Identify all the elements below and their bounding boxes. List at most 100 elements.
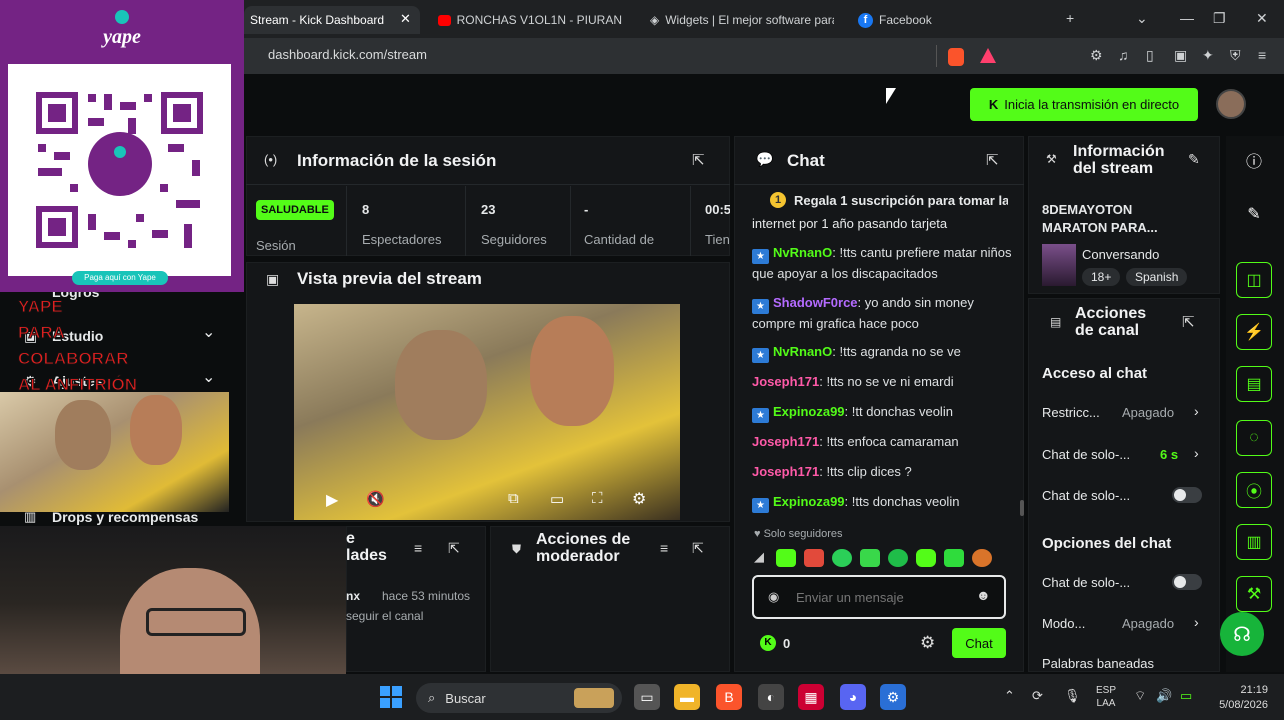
setting-label: Chat de solo-... bbox=[1042, 447, 1131, 462]
setting-toggle[interactable] bbox=[1172, 574, 1202, 590]
emote[interactable] bbox=[944, 549, 964, 567]
settings-icon[interactable]: ⚙ bbox=[632, 489, 646, 509]
music-icon[interactable]: ♫ bbox=[1118, 47, 1129, 63]
chevron-right-icon[interactable]: › bbox=[1194, 614, 1199, 630]
close-icon[interactable]: ✕ bbox=[400, 11, 411, 27]
sidebar-icon[interactable]: ▯ bbox=[1146, 47, 1154, 64]
emote[interactable] bbox=[776, 549, 796, 567]
chat-send-button[interactable]: Chat bbox=[952, 628, 1006, 658]
popout-icon[interactable]: ⇱ bbox=[986, 151, 999, 169]
chat-scrollbar[interactable] bbox=[1020, 500, 1024, 516]
emote[interactable] bbox=[888, 549, 908, 567]
pip-icon[interactable]: ⧉ bbox=[508, 490, 519, 507]
maximize-icon[interactable]: ❐ bbox=[1213, 10, 1226, 27]
mod-title: Acciones de moderador bbox=[536, 531, 631, 565]
wallet-icon[interactable]: ▣ bbox=[1174, 47, 1187, 64]
wrench-icon[interactable]: ⚒ bbox=[1236, 576, 1272, 612]
popout-icon[interactable]: ⇱ bbox=[692, 540, 704, 557]
task-view-icon[interactable]: ▭ bbox=[634, 684, 660, 710]
stream-video[interactable] bbox=[294, 304, 680, 520]
shield-icon[interactable]: ◉ bbox=[768, 589, 779, 605]
setting-value[interactable]: Apagado bbox=[1122, 405, 1174, 420]
tag-chip: Spanish bbox=[1126, 268, 1188, 286]
language-indicator[interactable]: ESP LAA bbox=[1096, 684, 1116, 710]
clock[interactable]: 21:19 5/08/2026 bbox=[1210, 683, 1268, 713]
bolt-icon[interactable]: ⚡ bbox=[1236, 314, 1272, 350]
extensions-icon[interactable]: ⚙ bbox=[1090, 47, 1103, 64]
setting-label: Chat de solo-... bbox=[1042, 575, 1131, 590]
app-icon[interactable]: ▦ bbox=[798, 684, 824, 710]
tab-facebook[interactable]: f Facebook bbox=[852, 6, 972, 34]
theater-icon[interactable]: ▭ bbox=[550, 490, 564, 508]
person-face bbox=[55, 400, 111, 470]
brave-shield-icon[interactable] bbox=[948, 48, 964, 66]
settings-app-icon[interactable]: ⚙ bbox=[880, 684, 906, 710]
minimize-icon[interactable]: — bbox=[1180, 10, 1194, 26]
chat-bubble-icon[interactable]: ◌ bbox=[1236, 420, 1272, 456]
support-headset-icon[interactable]: ☊ bbox=[1220, 612, 1264, 656]
stream-title: 8DEMAYOTON MARATON PARA... bbox=[1042, 202, 1158, 235]
pencil-icon[interactable]: ✎ bbox=[1236, 196, 1272, 232]
setting-label: Restricc... bbox=[1042, 405, 1100, 420]
discord-icon[interactable]: ◕ bbox=[840, 684, 866, 710]
wifi-icon[interactable]: ⌔ bbox=[1134, 688, 1146, 704]
chevron-down-icon[interactable]: ⌄ bbox=[1136, 10, 1148, 27]
emote[interactable] bbox=[804, 549, 824, 567]
popout-icon[interactable]: ⇱ bbox=[448, 540, 460, 557]
category-thumbnail[interactable] bbox=[1042, 244, 1076, 286]
chevron-right-icon[interactable]: › bbox=[1194, 403, 1199, 419]
emote[interactable] bbox=[916, 549, 936, 567]
url-field[interactable]: dashboard.kick.com/stream bbox=[268, 47, 427, 62]
layout-icon[interactable]: ▥ bbox=[1236, 524, 1272, 560]
menu-icon[interactable]: ≡ bbox=[1258, 47, 1266, 63]
app-icon[interactable]: ◐ bbox=[758, 684, 784, 710]
chevron-down-icon[interactable]: ⌄ bbox=[202, 367, 215, 387]
broadcast-icon[interactable]: ⦿ bbox=[1236, 472, 1272, 508]
vpn-icon[interactable]: ⛨ bbox=[1230, 47, 1241, 64]
setting-label: Modo... bbox=[1042, 616, 1086, 631]
window-close-icon[interactable]: ✕ bbox=[1256, 10, 1268, 27]
tab-widgets[interactable]: ◈ Widgets | El mejor software para bbox=[644, 6, 834, 34]
tab-ronchas[interactable]: RONCHAS V1OL1N - PIURAN bbox=[432, 6, 622, 34]
emoji-icon[interactable]: ☻ bbox=[976, 587, 991, 603]
fullscreen-icon[interactable]: ⛶ bbox=[592, 490, 603, 507]
file-explorer-icon[interactable]: ▬ bbox=[674, 684, 700, 710]
emote[interactable] bbox=[972, 549, 992, 567]
go-live-button[interactable]: K Inicia la transmisión en directo bbox=[970, 88, 1198, 121]
emote[interactable] bbox=[860, 549, 880, 567]
brave-icon[interactable]: B bbox=[716, 684, 742, 710]
volume-icon[interactable]: 🔊 bbox=[1156, 688, 1172, 704]
chevron-up-icon[interactable]: ⌃ bbox=[1004, 688, 1015, 704]
popout-icon[interactable]: ⇱ bbox=[1182, 313, 1195, 331]
microphone-icon[interactable]: 🎙 bbox=[1064, 688, 1081, 704]
sync-icon[interactable]: ⟳ bbox=[1032, 688, 1043, 704]
battery-icon[interactable]: ▭ bbox=[1180, 688, 1192, 704]
filter-icon[interactable]: ≡ bbox=[414, 540, 422, 556]
chevron-down-icon[interactable]: ⌄ bbox=[202, 322, 215, 342]
play-icon[interactable]: ▶ bbox=[326, 490, 338, 510]
setting-value[interactable]: 6 s bbox=[1160, 447, 1178, 462]
filter-icon[interactable]: ≡ bbox=[660, 540, 668, 556]
category-name[interactable]: Conversando bbox=[1082, 247, 1159, 262]
popout-icon[interactable]: ⇱ bbox=[692, 151, 705, 169]
mute-icon[interactable]: 🔇 bbox=[366, 490, 385, 508]
info-icon[interactable]: ⓘ bbox=[1236, 142, 1272, 178]
chat-settings-icon[interactable]: ⚙ bbox=[920, 633, 935, 653]
camera-icon[interactable]: ◫ bbox=[1236, 262, 1272, 298]
chat-input[interactable] bbox=[796, 587, 966, 607]
setting-value[interactable]: Apagado bbox=[1122, 616, 1174, 631]
emote[interactable] bbox=[832, 549, 852, 567]
document-icon[interactable]: ▤ bbox=[1236, 366, 1272, 402]
avatar[interactable] bbox=[1216, 89, 1246, 119]
brave-rewards-icon[interactable] bbox=[980, 48, 996, 63]
chevron-right-icon[interactable]: › bbox=[1194, 445, 1199, 461]
new-tab-icon[interactable]: + bbox=[1066, 10, 1074, 26]
edit-icon[interactable]: ✎ bbox=[1188, 151, 1200, 168]
emote-tab-icon[interactable]: ◢ bbox=[754, 549, 768, 567]
tab-kick-dashboard[interactable]: Stream - Kick Dashboard ✕ bbox=[244, 6, 420, 34]
setting-toggle[interactable] bbox=[1172, 487, 1202, 503]
subs-label: Cantidad de bbox=[584, 232, 655, 247]
leo-icon[interactable]: ✦ bbox=[1202, 47, 1214, 64]
windows-start-icon[interactable] bbox=[380, 686, 402, 708]
health-label: Sesión bbox=[256, 238, 296, 253]
